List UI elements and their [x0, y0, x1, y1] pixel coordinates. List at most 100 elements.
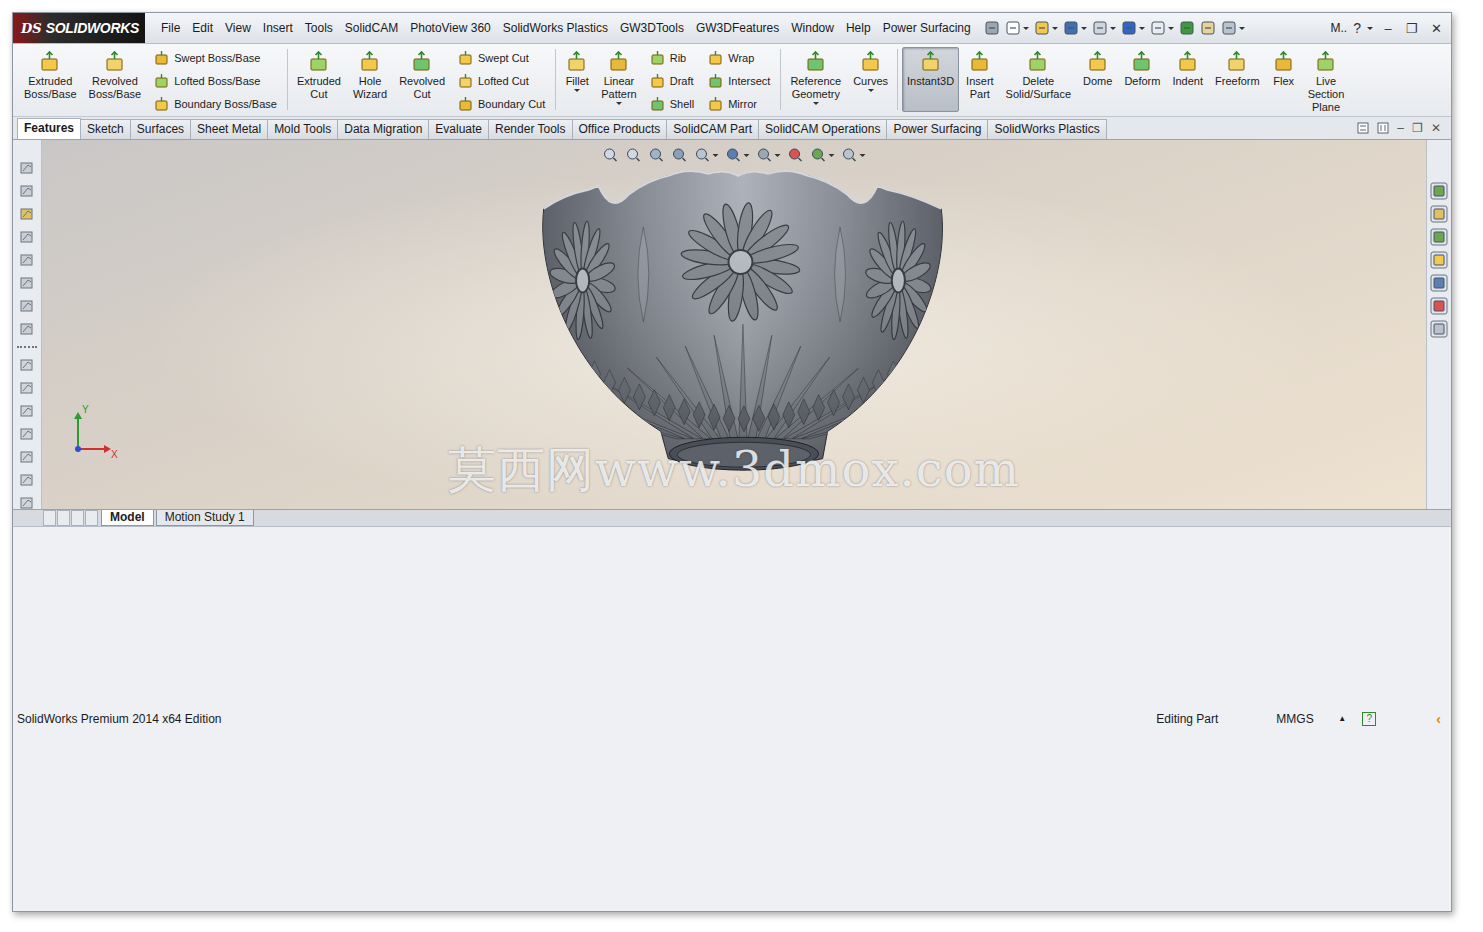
view-button[interactable] — [602, 146, 620, 164]
view-button[interactable] — [756, 146, 782, 164]
tool-icon[interactable] — [19, 298, 35, 314]
unit-system[interactable]: MMGS — [1276, 712, 1328, 726]
model-tab[interactable]: Motion Study 1 — [156, 510, 254, 526]
home-icon[interactable] — [1430, 205, 1448, 223]
dropdown-caret[interactable] — [1052, 27, 1058, 30]
menu-item[interactable]: Edit — [186, 18, 219, 38]
dropdown-caret[interactable] — [1081, 27, 1087, 30]
tool-icon[interactable] — [19, 472, 35, 488]
dropdown-caret[interactable] — [829, 154, 835, 157]
command-button[interactable]: Reference Geometry — [785, 47, 846, 109]
unit-menu-arrow[interactable]: ▲ — [1338, 714, 1352, 723]
dropdown-caret[interactable] — [574, 89, 580, 92]
command-button[interactable]: Dome — [1078, 47, 1117, 92]
solidworks-resources-icon[interactable] — [1430, 182, 1448, 200]
design-library-icon[interactable] — [1430, 228, 1448, 246]
menu-item[interactable]: PhotoView 360 — [404, 18, 497, 38]
window-control[interactable]: – — [1379, 21, 1397, 36]
tab[interactable]: Evaluate — [428, 119, 489, 139]
tab[interactable]: Render Tools — [488, 119, 573, 139]
tab-scroll-button[interactable] — [43, 510, 56, 526]
dropdown-caret[interactable] — [775, 154, 781, 157]
view-button[interactable] — [671, 146, 689, 164]
tool-icon[interactable] — [19, 206, 35, 222]
menu-item[interactable]: Power Surfacing — [877, 18, 977, 38]
view-palette-icon[interactable] — [1430, 274, 1448, 292]
command-button[interactable]: Instant3D — [902, 47, 959, 112]
command-button[interactable]: Curves — [848, 47, 893, 96]
tool-icon[interactable] — [19, 321, 35, 337]
menu-item[interactable]: SolidWorks Plastics — [497, 18, 614, 38]
command-button[interactable]: Hole Wizard — [348, 47, 392, 105]
command-button[interactable]: Boundary Boss/Base — [150, 93, 281, 115]
quick-access-button[interactable] — [1220, 19, 1246, 37]
tab-scroll-button[interactable] — [71, 510, 84, 526]
dropdown-caret[interactable] — [1110, 27, 1116, 30]
menu-item[interactable]: Help — [840, 18, 877, 38]
window-control[interactable]: ❐ — [1403, 21, 1421, 36]
tab[interactable]: Sheet Metal — [190, 119, 268, 139]
file-explorer-icon[interactable] — [1430, 251, 1448, 269]
dropdown-caret[interactable] — [868, 89, 874, 92]
tool-icon[interactable] — [19, 357, 35, 373]
command-button[interactable]: Fillet — [560, 47, 594, 96]
tab[interactable]: Sketch — [80, 119, 131, 139]
quick-access-button[interactable] — [1004, 19, 1030, 37]
tab[interactable]: Mold Tools — [267, 119, 338, 139]
command-button[interactable]: Indent — [1167, 47, 1208, 92]
tab[interactable]: Surfaces — [130, 119, 191, 139]
tool-icon[interactable] — [19, 449, 35, 465]
command-button[interactable]: Deform — [1119, 47, 1165, 92]
command-button[interactable]: Swept Cut — [454, 47, 549, 69]
dropdown-caret[interactable] — [1239, 27, 1245, 30]
tool-icon[interactable] — [19, 426, 35, 442]
quick-access-button[interactable] — [1033, 19, 1059, 37]
tool-icon[interactable] — [19, 403, 35, 419]
command-button[interactable]: Swept Boss/Base — [150, 47, 281, 69]
collapse-button[interactable]: ‹ — [1436, 711, 1447, 727]
solidworks-logo[interactable]: DSSOLIDWORKS — [13, 13, 145, 43]
view-button[interactable] — [841, 146, 867, 164]
tile-vertical-icon[interactable] — [1377, 122, 1389, 134]
command-button[interactable]: Mirror — [704, 93, 774, 115]
quick-access-button[interactable] — [1062, 19, 1088, 37]
command-button[interactable]: Freeform — [1210, 47, 1265, 92]
view-button[interactable] — [694, 146, 720, 164]
command-button[interactable]: Boundary Cut — [454, 93, 549, 115]
command-button[interactable]: Delete Solid/Surface — [1001, 47, 1076, 105]
tool-icon[interactable] — [19, 252, 35, 268]
command-button[interactable]: Intersect — [704, 70, 774, 92]
view-button[interactable] — [725, 146, 751, 164]
tab-scroll-button[interactable] — [85, 510, 98, 526]
document-control[interactable]: ✕ — [1431, 121, 1441, 135]
command-button[interactable]: Lofted Cut — [454, 70, 549, 92]
window-control[interactable]: ✕ — [1427, 21, 1445, 36]
quick-access-button[interactable] — [1149, 19, 1175, 37]
tab[interactable]: Office Products — [572, 119, 668, 139]
view-button[interactable] — [625, 146, 643, 164]
quick-access-button[interactable] — [983, 19, 1001, 37]
quick-access-button[interactable] — [1199, 19, 1217, 37]
view-button[interactable] — [648, 146, 666, 164]
menu-item[interactable]: View — [219, 18, 257, 38]
tool-icon[interactable] — [19, 229, 35, 245]
command-button[interactable]: Lofted Boss/Base — [150, 70, 281, 92]
tool-icon[interactable] — [19, 183, 35, 199]
dropdown-caret[interactable] — [1023, 27, 1029, 30]
dropdown-caret[interactable] — [860, 154, 866, 157]
menu-item[interactable]: Window — [785, 18, 840, 38]
view-button[interactable] — [810, 146, 836, 164]
command-button[interactable]: Flex — [1267, 47, 1301, 92]
command-button[interactable]: Rib — [646, 47, 698, 69]
document-control[interactable]: – — [1397, 121, 1404, 135]
menu-item[interactable]: GW3DTools — [614, 18, 690, 38]
tab[interactable]: Data Migration — [337, 119, 429, 139]
tab[interactable]: Power Surfacing — [886, 119, 988, 139]
tab[interactable]: SolidCAM Part — [666, 119, 759, 139]
custom-properties-icon[interactable] — [1430, 320, 1448, 338]
command-button[interactable]: Insert Part — [961, 47, 999, 105]
quick-access-button[interactable] — [1091, 19, 1117, 37]
menu-item[interactable]: SolidCAM — [339, 18, 404, 38]
command-button[interactable]: Extruded Cut — [292, 47, 346, 105]
dropdown-caret[interactable] — [616, 102, 622, 105]
